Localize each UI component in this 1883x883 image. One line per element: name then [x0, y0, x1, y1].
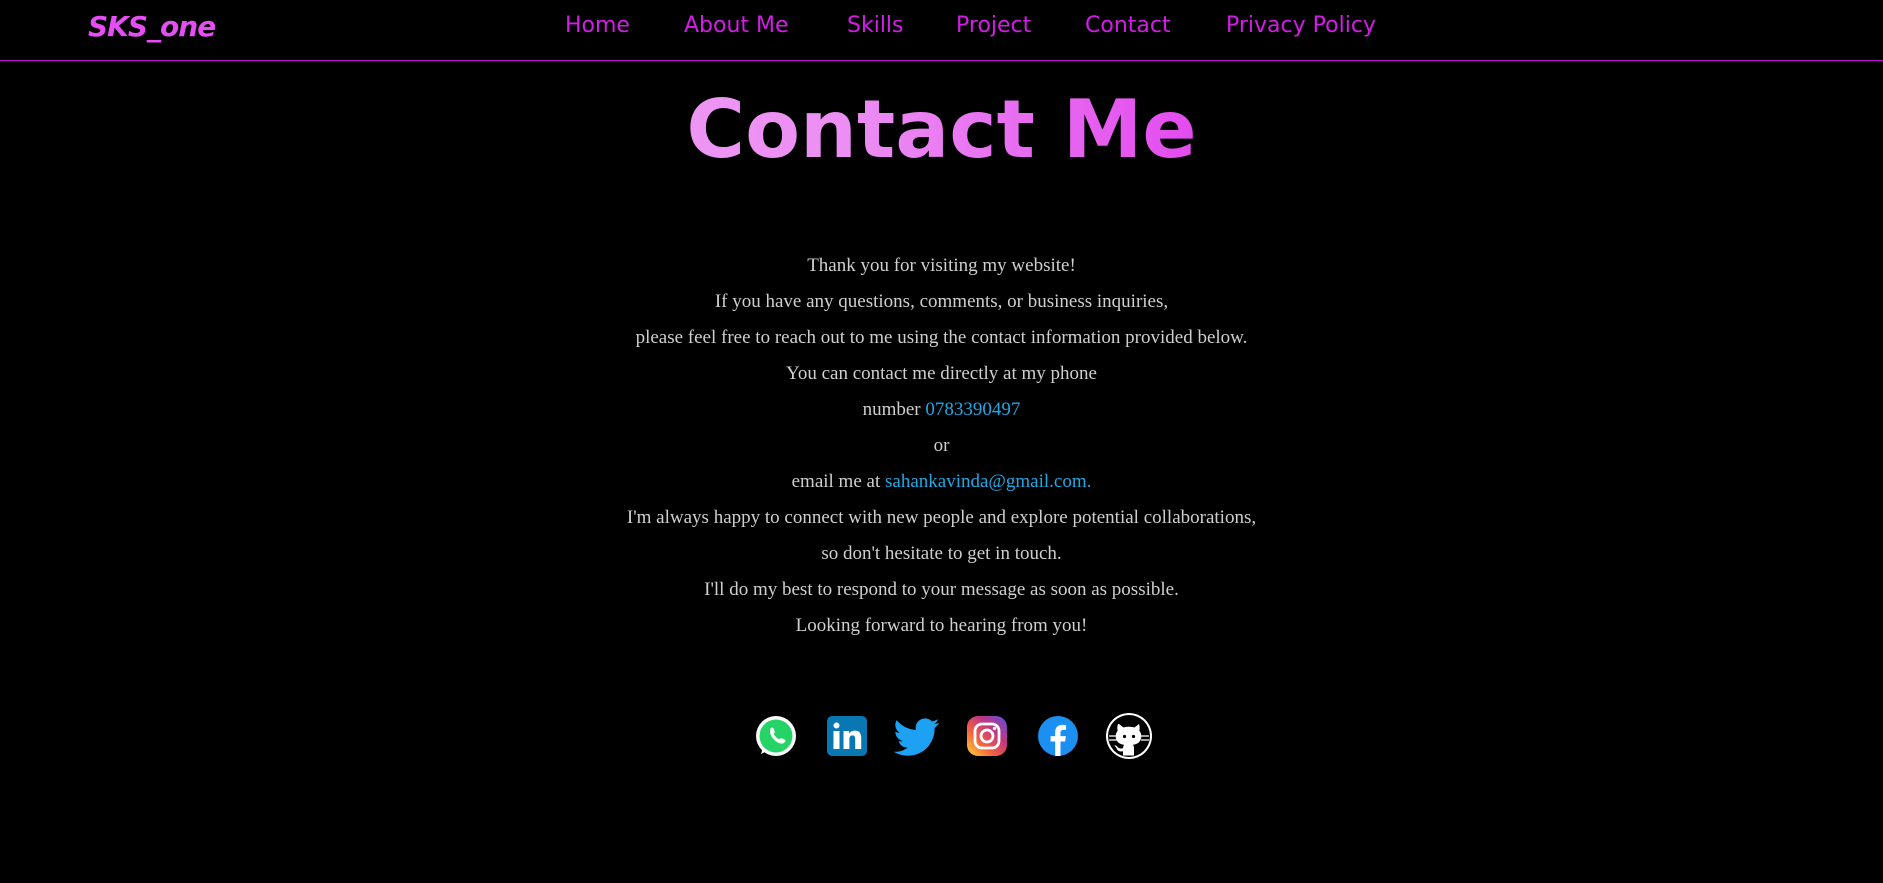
nav-link-about-me[interactable]: About Me — [684, 13, 789, 38]
twitter-icon — [894, 718, 940, 756]
text-line: I'm always happy to connect with new peo… — [626, 507, 1257, 528]
twitter-link[interactable] — [894, 712, 940, 760]
text-line: please feel free to reach out to me usin… — [635, 327, 1248, 348]
text-line: If you have any questions, comments, or … — [714, 291, 1169, 312]
github-icon — [1106, 713, 1152, 759]
email-prefix: email me at — [791, 471, 885, 492]
nav-menu: Home About Me Skills Project Contact Pri… — [0, 13, 1883, 43]
nav-link-privacy-policy[interactable]: Privacy Policy — [1226, 13, 1376, 38]
contact-text: Thank you for visiting my website! If yo… — [0, 248, 1883, 644]
text-line: or — [933, 435, 950, 456]
instagram-link[interactable] — [964, 712, 1010, 760]
text-line: Looking forward to hearing from you! — [795, 615, 1088, 636]
linkedin-icon — [827, 716, 867, 756]
text-line: so don't hesitate to get in touch. — [821, 543, 1062, 564]
text-line: You can contact me directly at my phone — [786, 363, 1097, 384]
linkedin-link[interactable] — [824, 712, 870, 760]
phone-link[interactable]: 0783390497 — [925, 399, 1020, 420]
facebook-link[interactable] — [1035, 712, 1081, 760]
nav-link-skills[interactable]: Skills — [847, 13, 904, 38]
facebook-icon — [1038, 716, 1078, 756]
whatsapp-link[interactable] — [753, 712, 799, 760]
nav-link-project[interactable]: Project — [956, 13, 1031, 38]
github-link[interactable] — [1105, 712, 1152, 760]
text-line: I'll do my best to respond to your messa… — [704, 579, 1179, 600]
page-title: Contact Me — [0, 80, 1883, 180]
phone-line: number 0783390497 — [0, 392, 1883, 428]
nav-link-contact[interactable]: Contact — [1085, 13, 1171, 38]
text-line: Thank you for visiting my website! — [807, 255, 1076, 276]
nav-link-home[interactable]: Home — [565, 13, 630, 38]
phone-prefix: number — [862, 399, 926, 420]
email-link[interactable]: sahankavinda@gmail.com. — [885, 471, 1091, 492]
whatsapp-icon — [756, 716, 796, 756]
email-line: email me at sahankavinda@gmail.com. — [0, 464, 1883, 500]
navbar: SKS_one Home About Me Skills Project Con… — [0, 0, 1883, 61]
instagram-icon — [967, 716, 1007, 756]
social-links — [0, 712, 1883, 764]
